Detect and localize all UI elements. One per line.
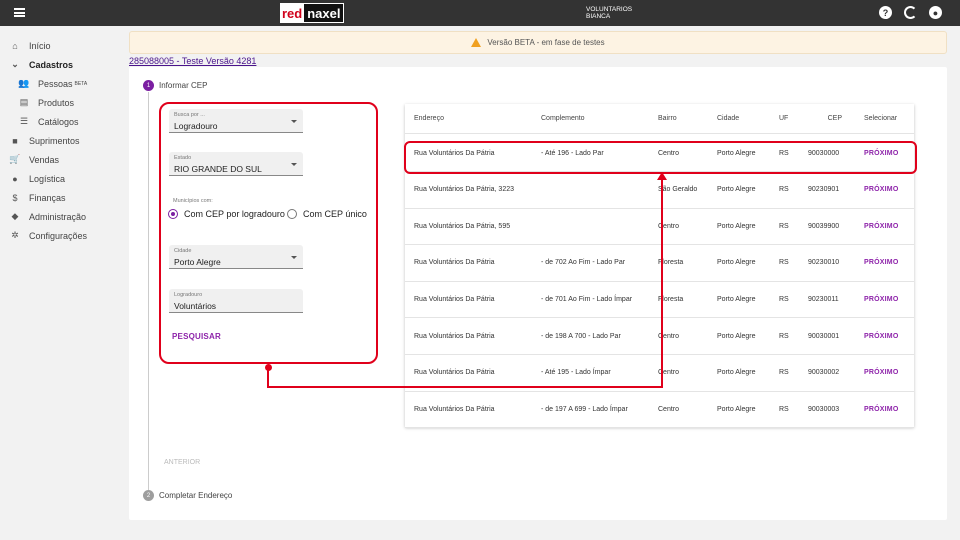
annotation-arrow: [267, 172, 667, 388]
annotation-arrow-head: [657, 172, 667, 180]
annotation-dot: [265, 364, 272, 371]
annotation-arrow-line: [267, 178, 663, 388]
